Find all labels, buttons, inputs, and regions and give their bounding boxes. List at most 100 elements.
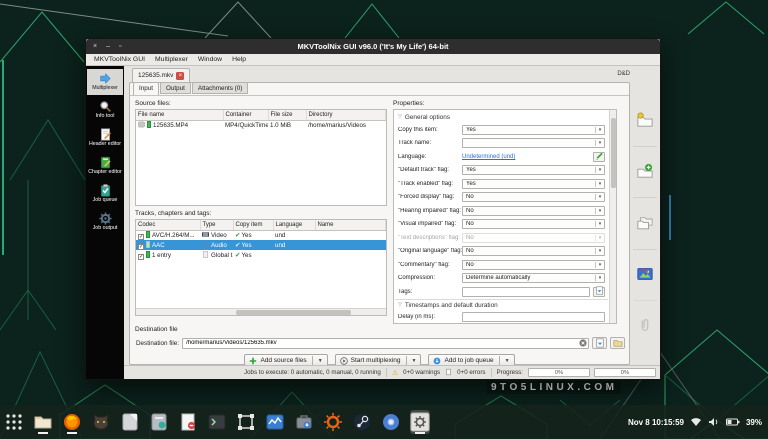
column-header-file-name[interactable]: File name xyxy=(136,110,223,120)
dropdown-forced-display-flag[interactable]: No▾ xyxy=(462,192,605,202)
source-file-row[interactable]: 125635.MP4MP4/QuickTime1.0 MiB/home/mari… xyxy=(136,120,386,130)
clear-destination-icon[interactable] xyxy=(579,339,587,347)
add-as-additional-parts-button[interactable] xyxy=(633,197,657,248)
source-files-table[interactable]: File nameContainerFile sizeDirectory1256… xyxy=(135,109,387,206)
tags-input[interactable] xyxy=(462,287,590,297)
close-button[interactable]: × xyxy=(93,43,97,50)
dropdown-visual-impaired-flag[interactable]: No▾ xyxy=(462,219,605,229)
column-header-language[interactable]: Language xyxy=(273,220,315,230)
tab-attachments-0[interactable]: Attachments (0) xyxy=(192,82,248,94)
track-type: Global t... xyxy=(211,252,233,259)
taskbar-screenshot-tool-button[interactable] xyxy=(236,410,256,434)
clock[interactable]: Nov 8 10:15:59 xyxy=(628,418,684,427)
column-header-file-size[interactable]: File size xyxy=(268,110,306,120)
chevron-down-icon[interactable]: ▼ xyxy=(410,358,419,364)
column-header-name[interactable]: Name xyxy=(315,220,386,230)
column-header-directory[interactable]: Directory xyxy=(306,110,386,120)
battery-icon[interactable] xyxy=(726,418,740,426)
scrollbar-thumb[interactable] xyxy=(611,118,616,188)
column-header-container[interactable]: Container xyxy=(223,110,268,120)
taskbar-cat-app-button[interactable] xyxy=(91,410,111,434)
dropdown-default-track-flag[interactable]: Yes▾ xyxy=(462,165,605,175)
system-tray[interactable]: Nov 8 10:15:59 39% xyxy=(628,405,762,439)
browse-destination-button[interactable] xyxy=(610,337,625,349)
language-link[interactable]: Undetermined (und) xyxy=(462,154,515,160)
edit-language-button[interactable] xyxy=(593,152,605,162)
sidebar-item-info-tool[interactable]: Info tool xyxy=(87,97,123,123)
taskbar-app-grid-button[interactable] xyxy=(4,410,24,434)
taskbar-firefox-button[interactable] xyxy=(62,410,82,434)
property-label: "Forced display" flag: xyxy=(398,194,462,200)
property-row-visual-impaired-flag: "Visual impaired" flag:No▾ xyxy=(395,218,608,232)
add-files-button[interactable] xyxy=(633,96,657,146)
section-header-timestamps-and-default-duration[interactable]: ▽Timestamps and default duration xyxy=(395,299,608,311)
checkbox-checked-icon[interactable]: ✓ xyxy=(138,234,144,240)
add-attachments-button[interactable] xyxy=(633,249,657,300)
taskbar-text-editor-button[interactable] xyxy=(120,410,140,434)
tracks-table[interactable]: CodecTypeCopy itemLanguageName✓AVC/H.264… xyxy=(135,219,387,316)
input-tab-page: InputOutputAttachments (0) Source files:… xyxy=(129,82,630,365)
browse-tags-button[interactable] xyxy=(593,287,605,297)
taskbar-package-manager-button[interactable] xyxy=(149,410,169,434)
tab-output[interactable]: Output xyxy=(160,82,191,94)
section-header-general-options[interactable]: ▽General options xyxy=(395,111,608,123)
sidebar-item-job-output[interactable]: Job output xyxy=(87,209,123,235)
chevron-down-icon[interactable]: ▼ xyxy=(316,358,325,364)
dropdown-compression[interactable]: Determine automatically▾ xyxy=(462,273,605,283)
text-editor-icon xyxy=(120,412,140,432)
dropdown-original-language-flag[interactable]: No▾ xyxy=(462,246,605,256)
sidebar-item-header-editor[interactable]: Header editor xyxy=(87,125,123,151)
column-header-codec[interactable]: Codec xyxy=(136,220,200,230)
properties-vertical-scrollbar[interactable] xyxy=(609,110,616,323)
wifi-icon[interactable] xyxy=(690,417,702,427)
sidebar-item-job-queue[interactable]: Job queue xyxy=(87,181,123,207)
column-header-type[interactable]: Type xyxy=(200,220,233,230)
attach-button[interactable] xyxy=(633,300,657,351)
taskbar-steam-button[interactable] xyxy=(352,410,372,434)
menu-multiplexer[interactable]: Multiplexer xyxy=(150,56,193,63)
volume-icon[interactable] xyxy=(708,417,720,427)
menu-window[interactable]: Window xyxy=(193,56,227,63)
dropdown-track-enabled-flag[interactable]: Yes▾ xyxy=(462,179,605,189)
checkbox-checked-icon[interactable]: ✓ xyxy=(138,254,144,260)
tab-input[interactable]: Input xyxy=(133,82,159,95)
taskbar-chromium-button[interactable] xyxy=(381,410,401,434)
destination-file-input[interactable] xyxy=(182,338,589,349)
sidebar-item-multiplexer[interactable]: Multiplexer xyxy=(87,69,123,95)
track-row[interactable]: ✓AACAudio✔Yesund xyxy=(136,240,386,250)
taskbar-file-manager-button[interactable] xyxy=(33,410,53,434)
append-files-button[interactable] xyxy=(633,146,657,197)
file-tab[interactable]: 125635.mkv × xyxy=(132,68,190,82)
track-row[interactable]: ✓AVC/H.264/M...Video✔Yesund xyxy=(136,230,386,240)
terminal-icon xyxy=(207,412,227,432)
sidebar-item-label: Header editor xyxy=(89,142,121,148)
taskbar-orange-app-button[interactable] xyxy=(323,410,343,434)
dropdown-hearing-impaired-flag[interactable]: No▾ xyxy=(462,206,605,216)
cat-app-icon xyxy=(91,412,111,432)
save-destination-button[interactable] xyxy=(592,337,607,349)
file-tab-close-icon[interactable]: × xyxy=(176,72,184,80)
properties-panel: ▽General optionsCopy this item:Yes▾Track… xyxy=(393,109,617,324)
column-header-copy-item[interactable]: Copy item xyxy=(233,220,273,230)
scrollbar-thumb[interactable] xyxy=(236,310,351,315)
taskbar-document-viewer-button[interactable] xyxy=(178,410,198,434)
tracks-horizontal-scrollbar[interactable] xyxy=(136,308,386,315)
checkbox-checked-icon[interactable]: ✓ xyxy=(138,244,144,250)
taskbar-mkvtoolnix-button[interactable] xyxy=(410,410,430,434)
maximize-button[interactable]: ▫ xyxy=(119,43,121,50)
track-row[interactable]: ✓1 entryGlobal t...✔Yes xyxy=(136,250,386,260)
chevron-down-icon[interactable]: ▼ xyxy=(503,358,512,364)
menu-help[interactable]: Help xyxy=(227,56,251,63)
dropdown-track-name[interactable]: ▾ xyxy=(462,138,605,148)
dropdown-commentary-flag[interactable]: No▾ xyxy=(462,260,605,270)
taskbar-system-monitor-button[interactable] xyxy=(265,410,285,434)
dropdown-copy-this-item[interactable]: Yes▾ xyxy=(462,125,605,135)
menu-mkvtoolnix-gui[interactable]: MKVToolNix GUI xyxy=(89,56,150,63)
warning-icon: ⚠ xyxy=(392,369,398,377)
taskbar-terminal-button[interactable] xyxy=(207,410,227,434)
minimize-button[interactable]: – xyxy=(106,43,110,50)
window-titlebar[interactable]: × – ▫ MKVToolNix GUI v96.0 ('It's My Lif… xyxy=(86,39,660,54)
taskbar-software-installer-button[interactable] xyxy=(294,410,314,434)
delay-input[interactable] xyxy=(462,312,605,322)
sidebar-item-chapter-editor[interactable]: Chapter editor xyxy=(87,153,123,179)
